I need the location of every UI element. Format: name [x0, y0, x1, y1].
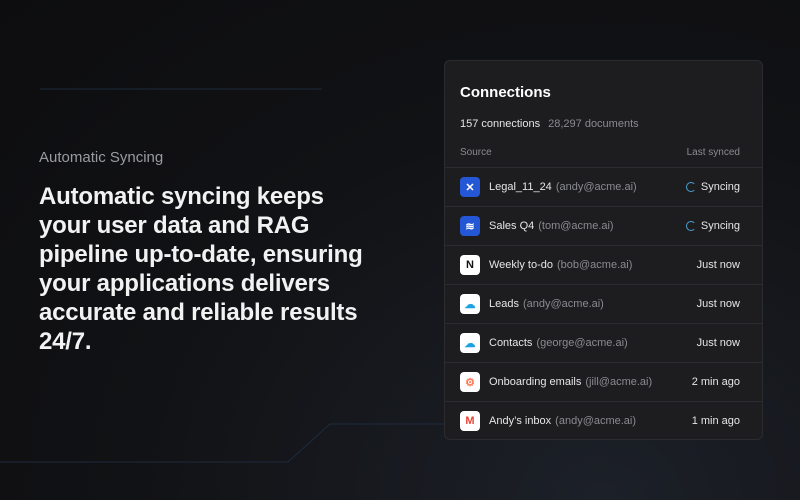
source-account: (george@acme.ai) — [536, 337, 628, 349]
salesforce-icon: ☁ — [460, 294, 480, 314]
sync-status-text: Syncing — [700, 181, 740, 193]
salesforce-icon: ☁ — [460, 333, 480, 353]
stats: 157 connections 28,297 documents — [460, 118, 639, 130]
sync-status-text: Just now — [696, 259, 740, 271]
notion-icon: N — [460, 255, 480, 275]
source-name: Andy’s inbox — [489, 415, 552, 427]
sync-status-text: 2 min ago — [691, 376, 740, 388]
source-account: (jill@acme.ai) — [585, 376, 653, 388]
column-last-synced: Last synced — [686, 147, 740, 158]
sync-status-text: Syncing — [700, 220, 740, 232]
source-name: Onboarding emails — [489, 376, 582, 388]
source-account: (bob@acme.ai) — [557, 259, 633, 271]
table-row[interactable]: ⚙ Onboarding emails (jill@acme.ai) 2 min… — [445, 362, 762, 401]
source-account: (andy@acme.ai) — [522, 298, 604, 310]
connections-count: 157 connections — [460, 118, 541, 130]
source-name: Sales Q4 — [489, 220, 535, 232]
connections-card: Connections 157 connections 28,297 docume… — [444, 60, 763, 440]
section-eyebrow: Automatic Syncing — [39, 149, 164, 166]
sync-status: 1 min ago — [692, 415, 740, 427]
confluence-icon: ✕ — [460, 177, 480, 197]
table-row[interactable]: M Andy’s inbox (andy@acme.ai) 1 min ago — [445, 401, 762, 439]
source-name: Weekly to-do — [489, 259, 553, 271]
jira-icon: ≋ — [460, 216, 480, 236]
hubspot-icon: ⚙ — [460, 372, 480, 392]
table-row[interactable]: ≋ Sales Q4 (tom@acme.ai) Syncing — [445, 206, 762, 245]
sync-status: Just now — [697, 259, 740, 271]
spinner-icon — [685, 182, 696, 192]
source-name: Leads — [489, 298, 519, 310]
table-row[interactable]: ☁ Contacts (george@acme.ai) Just now — [445, 323, 762, 362]
sync-status: Syncing — [685, 181, 740, 193]
gmail-icon: M — [460, 411, 480, 431]
sync-status: Just now — [697, 298, 740, 310]
documents-count: 28,297 documents — [548, 118, 639, 130]
sync-status-text: Just now — [696, 298, 740, 310]
connections-list: ✕ Legal_11_24 (andy@acme.ai) Syncing ≋ S… — [445, 167, 762, 439]
source-name: Contacts — [489, 337, 533, 349]
source-name: Legal_11_24 — [489, 181, 552, 193]
table-header: Source Last synced — [460, 147, 740, 158]
card-title: Connections — [460, 84, 551, 101]
source-account: (andy@acme.ai) — [555, 415, 637, 427]
spinner-icon — [685, 221, 696, 231]
sync-status: Syncing — [685, 220, 740, 232]
sync-status-text: Just now — [696, 337, 740, 349]
source-account: (andy@acme.ai) — [555, 181, 637, 193]
column-source: Source — [460, 147, 492, 158]
sync-status: Just now — [697, 337, 740, 349]
table-row[interactable]: N Weekly to-do (bob@acme.ai) Just now — [445, 245, 762, 284]
sync-status: 2 min ago — [692, 376, 740, 388]
headline: Automatic syncing keeps your user data a… — [39, 183, 363, 355]
table-row[interactable]: ✕ Legal_11_24 (andy@acme.ai) Syncing — [445, 167, 762, 206]
source-account: (tom@acme.ai) — [538, 220, 614, 232]
table-row[interactable]: ☁ Leads (andy@acme.ai) Just now — [445, 284, 762, 323]
sync-status-text: 1 min ago — [691, 415, 740, 427]
